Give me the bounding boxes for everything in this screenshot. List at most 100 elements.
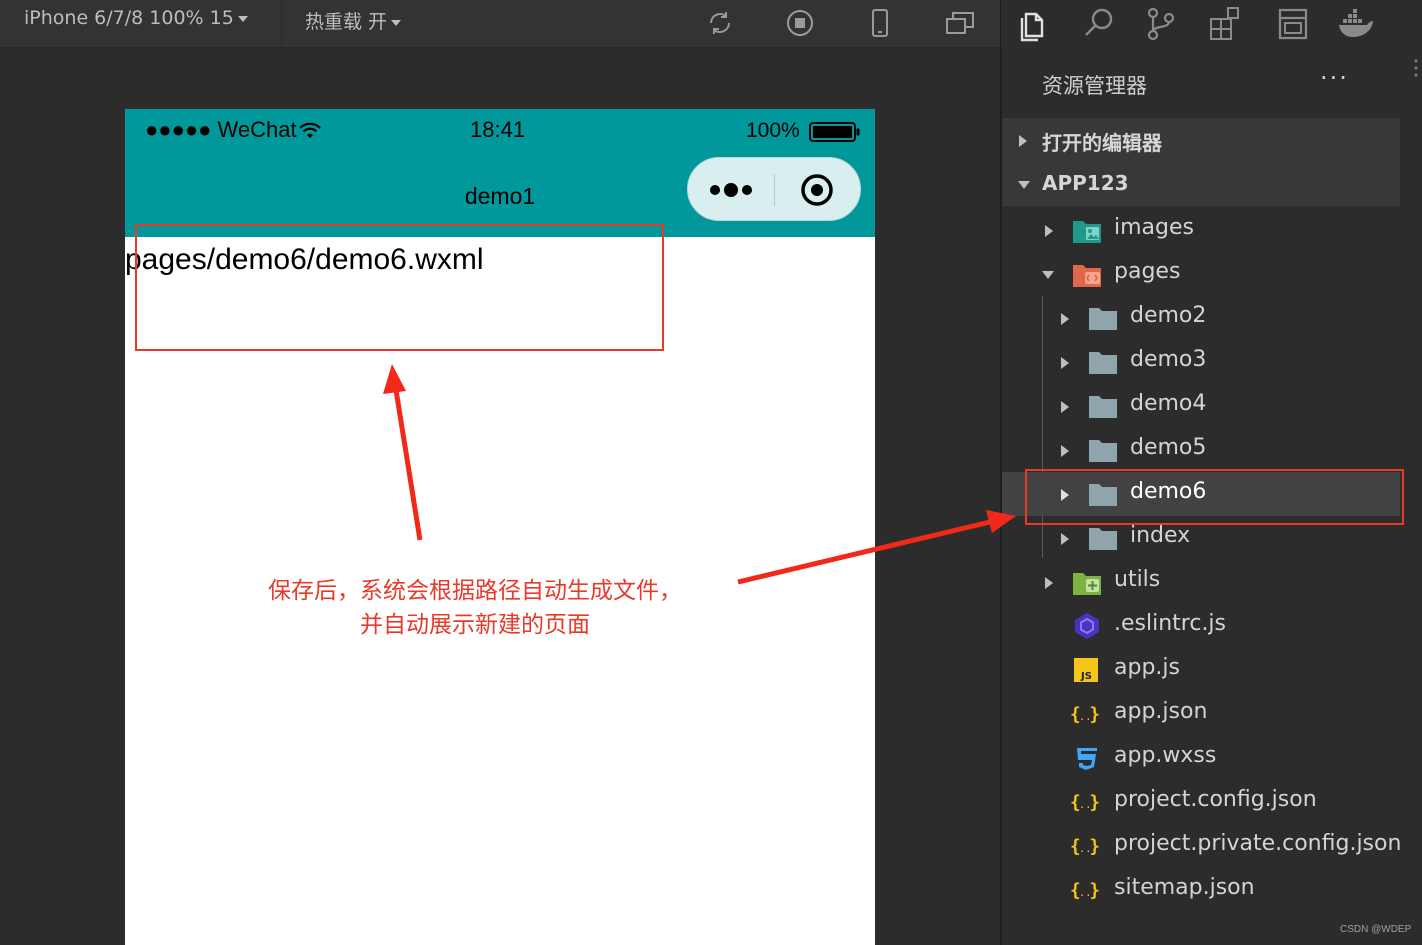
tree-item-label: app.wxss bbox=[1114, 743, 1217, 768]
tree-item-label: project.config.json bbox=[1114, 787, 1317, 812]
more-icon[interactable] bbox=[688, 158, 774, 222]
chevron-down-icon bbox=[1042, 271, 1054, 279]
svg-text:}: } bbox=[1089, 837, 1100, 857]
json-icon: {...} bbox=[1070, 793, 1100, 813]
chevron-down-icon bbox=[1018, 181, 1030, 189]
tree-item-label: pages bbox=[1114, 259, 1181, 284]
device-select-label: iPhone 6/7/8 100% 15 bbox=[24, 7, 234, 29]
tree-item-project-private-config[interactable]: {...} project.private.config.json bbox=[1002, 824, 1402, 868]
tree-item-app-js[interactable]: JS app.js bbox=[1002, 648, 1400, 692]
status-carrier-text: ●●●●● WeChat bbox=[145, 117, 297, 142]
project-section[interactable]: APP123 bbox=[1002, 162, 1400, 206]
open-editors-label: 打开的编辑器 bbox=[1042, 131, 1162, 155]
open-editors-section[interactable]: 打开的编辑器 bbox=[1002, 118, 1400, 162]
tree-item-utils[interactable]: utils bbox=[1002, 560, 1400, 604]
tree-item-label: .eslintrc.js bbox=[1114, 611, 1227, 636]
tree-item-label: demo5 bbox=[1130, 435, 1207, 460]
chevron-right-icon bbox=[1045, 225, 1053, 237]
phone-navigation-bar: ●●●●● WeChat 18:41 100% demo1 bbox=[125, 109, 875, 237]
folder-icon bbox=[1089, 440, 1117, 462]
more-actions-icon[interactable]: ··· bbox=[1320, 64, 1349, 92]
tree-item-project-config[interactable]: {...} project.config.json bbox=[1002, 780, 1400, 824]
detach-window-icon[interactable] bbox=[943, 6, 977, 40]
tree-item-demo2[interactable]: demo2 bbox=[1002, 296, 1400, 340]
tree-item-label: sitemap.json bbox=[1114, 875, 1255, 900]
tree-item-images[interactable]: images bbox=[1002, 208, 1400, 252]
tree-item-label: demo4 bbox=[1130, 391, 1207, 416]
device-select[interactable]: iPhone 6/7/8 100% 15 bbox=[24, 7, 248, 29]
svg-text:}: } bbox=[1089, 793, 1100, 813]
chevron-right-icon bbox=[1061, 313, 1069, 325]
extensions-icon[interactable] bbox=[1205, 4, 1245, 44]
folder-icon bbox=[1089, 396, 1117, 418]
tree-item-label: images bbox=[1114, 215, 1194, 240]
chevron-right-icon bbox=[1061, 445, 1069, 457]
annotation-box-page bbox=[135, 224, 664, 351]
layout-icon[interactable] bbox=[1273, 4, 1313, 44]
source-control-icon[interactable] bbox=[1141, 4, 1181, 44]
svg-text:}: } bbox=[1089, 705, 1100, 725]
pages-folder-icon bbox=[1073, 265, 1101, 287]
tree-item-label: utils bbox=[1114, 567, 1161, 592]
refresh-icon[interactable] bbox=[703, 6, 737, 40]
stop-icon[interactable] bbox=[783, 6, 817, 40]
phone-preview-icon[interactable] bbox=[863, 6, 897, 40]
annotation-text: 保存后，系统会根据路径自动生成文件， 并自动展示新建的页面 bbox=[240, 574, 710, 642]
chevron-down-icon bbox=[391, 19, 402, 26]
annotation-box-folder bbox=[1025, 469, 1404, 525]
json-icon: {...} bbox=[1070, 705, 1100, 725]
status-time: 18:41 bbox=[470, 117, 526, 142]
toolbar-separator bbox=[281, 0, 282, 48]
chevron-down-icon bbox=[237, 15, 248, 22]
hot-reload-label: 热重载 开 bbox=[305, 11, 388, 33]
folder-icon bbox=[1089, 352, 1117, 374]
tree-item-label: index bbox=[1130, 523, 1191, 548]
annotation-line-1: 保存后，系统会根据路径自动生成文件， bbox=[268, 578, 682, 604]
tree-item-eslintrc[interactable]: .eslintrc.js bbox=[1002, 604, 1400, 648]
close-miniprogram-icon[interactable] bbox=[775, 158, 862, 222]
json-icon: {...} bbox=[1070, 881, 1100, 901]
tree-item-app-wxss[interactable]: app.wxss bbox=[1002, 736, 1400, 780]
docker-icon[interactable] bbox=[1335, 4, 1375, 44]
tree-item-label: app.js bbox=[1114, 655, 1180, 680]
folder-icon bbox=[1089, 308, 1117, 330]
images-folder-icon bbox=[1073, 221, 1101, 243]
tree-item-pages[interactable]: pages bbox=[1002, 252, 1400, 296]
capsule-menu bbox=[687, 157, 861, 221]
status-carrier: ●●●●● WeChat bbox=[145, 117, 321, 143]
json-icon: {...} bbox=[1070, 837, 1100, 857]
explorer-files-icon[interactable] bbox=[1013, 4, 1053, 44]
tree-item-demo5[interactable]: demo5 bbox=[1002, 428, 1400, 472]
drag-handle-icon[interactable] bbox=[1414, 58, 1418, 78]
chevron-right-icon bbox=[1061, 533, 1069, 545]
js-icon: JS bbox=[1074, 658, 1098, 682]
tree-item-demo4[interactable]: demo4 bbox=[1002, 384, 1400, 428]
battery-icon bbox=[809, 122, 860, 142]
status-battery-text: 100% bbox=[746, 119, 800, 142]
tree-item-label: demo2 bbox=[1130, 303, 1207, 328]
activity-bar bbox=[1001, 0, 1400, 48]
devtools-window: { "toolbar": { "device_label": "iPhone 6… bbox=[0, 0, 1422, 945]
svg-text:}: } bbox=[1089, 881, 1100, 901]
hot-reload-select[interactable]: 热重载 开 bbox=[305, 7, 402, 34]
utils-folder-icon bbox=[1073, 573, 1101, 595]
svg-text:JS: JS bbox=[1080, 671, 1092, 682]
tree-item-sitemap[interactable]: {...} sitemap.json bbox=[1002, 868, 1400, 912]
chevron-right-icon bbox=[1061, 357, 1069, 369]
wifi-icon bbox=[298, 122, 321, 138]
project-label: APP123 bbox=[1042, 171, 1129, 195]
tree-item-app-json[interactable]: {...} app.json bbox=[1002, 692, 1400, 736]
explorer-title: 资源管理器 bbox=[1042, 74, 1147, 98]
tree-item-demo3[interactable]: demo3 bbox=[1002, 340, 1400, 384]
annotation-line-2: 并自动展示新建的页面 bbox=[360, 612, 590, 638]
css-icon bbox=[1077, 748, 1097, 770]
chevron-right-icon bbox=[1061, 401, 1069, 413]
chevron-right-icon bbox=[1019, 135, 1027, 147]
simulator-toolbar: iPhone 6/7/8 100% 15 热重载 开 bbox=[0, 0, 1000, 48]
search-icon[interactable] bbox=[1079, 4, 1119, 44]
tree-item-label: demo3 bbox=[1130, 347, 1207, 372]
tree-item-label: app.json bbox=[1114, 699, 1208, 724]
watermark: CSDN @WDEP bbox=[1340, 924, 1412, 935]
tree-item-label: project.private.config.json bbox=[1114, 831, 1402, 856]
eslint-icon bbox=[1075, 613, 1099, 639]
